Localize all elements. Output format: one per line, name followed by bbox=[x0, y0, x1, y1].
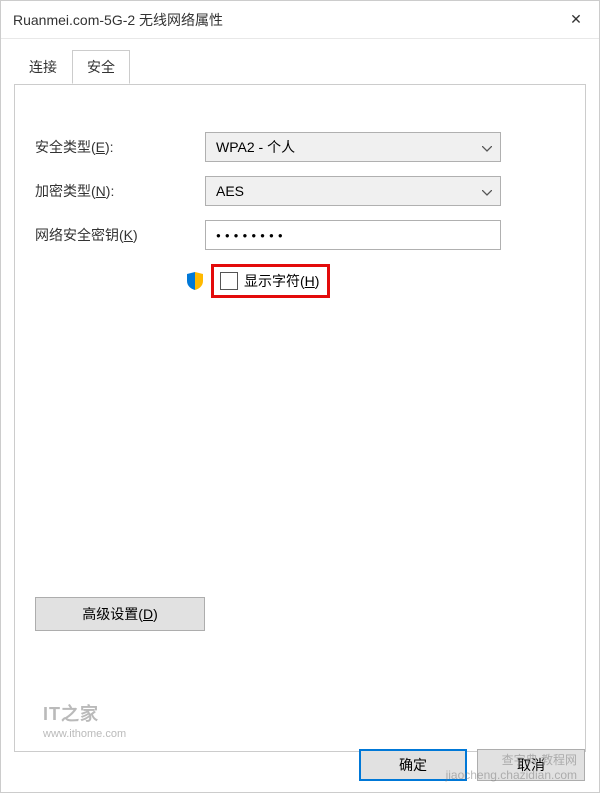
tab-strip: 连接 安全 bbox=[14, 50, 586, 85]
security-type-label: 安全类型(E): bbox=[35, 137, 205, 157]
encryption-type-select[interactable]: AES bbox=[205, 176, 501, 206]
security-type-control: WPA2 - 个人 bbox=[205, 132, 565, 162]
network-key-row: 网络安全密钥(K) ●●●●●●●● bbox=[35, 220, 565, 250]
watermark-url: www.ithome.com bbox=[43, 727, 126, 741]
tab-security[interactable]: 安全 bbox=[72, 50, 130, 84]
close-icon: ✕ bbox=[570, 11, 582, 28]
watermark-chazidian: 查字典 教程网 jiaocheng.chazidian.com bbox=[446, 753, 577, 784]
encryption-type-label: 加密类型(N): bbox=[35, 181, 205, 201]
dialog-window: Ruanmei.com-5G-2 无线网络属性 ✕ 连接 安全 安全类型(E):… bbox=[0, 0, 600, 793]
show-characters-row: 显示字符(H) bbox=[185, 264, 565, 298]
advanced-settings-button[interactable]: 高级设置(D) bbox=[35, 597, 205, 631]
network-key-label: 网络安全密钥(K) bbox=[35, 225, 205, 245]
watermark2-line2: jiaocheng.chazidian.com bbox=[446, 768, 577, 784]
encryption-type-row: 加密类型(N): AES bbox=[35, 176, 565, 206]
encryption-type-value: AES bbox=[216, 183, 244, 199]
security-type-select[interactable]: WPA2 - 个人 bbox=[205, 132, 501, 162]
tab-connection-label: 连接 bbox=[29, 59, 57, 75]
show-characters-checkbox[interactable] bbox=[220, 272, 238, 290]
show-characters-label: 显示字符(H) bbox=[244, 271, 319, 291]
tab-security-label: 安全 bbox=[87, 59, 115, 75]
tab-panel-security: 安全类型(E): WPA2 - 个人 加密类型(N): bbox=[14, 84, 586, 752]
chevron-down-icon bbox=[482, 183, 492, 199]
shield-icon bbox=[185, 271, 205, 291]
security-type-value: WPA2 - 个人 bbox=[216, 137, 295, 157]
encryption-type-control: AES bbox=[205, 176, 565, 206]
watermark-logo: IT之家 bbox=[43, 703, 126, 726]
show-characters-highlight: 显示字符(H) bbox=[211, 264, 330, 298]
network-key-input[interactable]: ●●●●●●●● bbox=[205, 220, 501, 250]
watermark2-line1: 查字典 教程网 bbox=[446, 753, 577, 769]
content-area: 连接 安全 安全类型(E): WPA2 - 个人 bbox=[1, 39, 599, 752]
network-key-control: ●●●●●●●● bbox=[205, 220, 565, 250]
watermark-ithome: IT之家 www.ithome.com bbox=[43, 703, 126, 741]
titlebar: Ruanmei.com-5G-2 无线网络属性 ✕ bbox=[1, 1, 599, 39]
chevron-down-icon bbox=[482, 139, 492, 155]
close-button[interactable]: ✕ bbox=[553, 1, 599, 39]
security-type-row: 安全类型(E): WPA2 - 个人 bbox=[35, 132, 565, 162]
network-key-value: ●●●●●●●● bbox=[216, 231, 287, 240]
tab-connection[interactable]: 连接 bbox=[14, 50, 72, 84]
window-title: Ruanmei.com-5G-2 无线网络属性 bbox=[13, 10, 553, 30]
